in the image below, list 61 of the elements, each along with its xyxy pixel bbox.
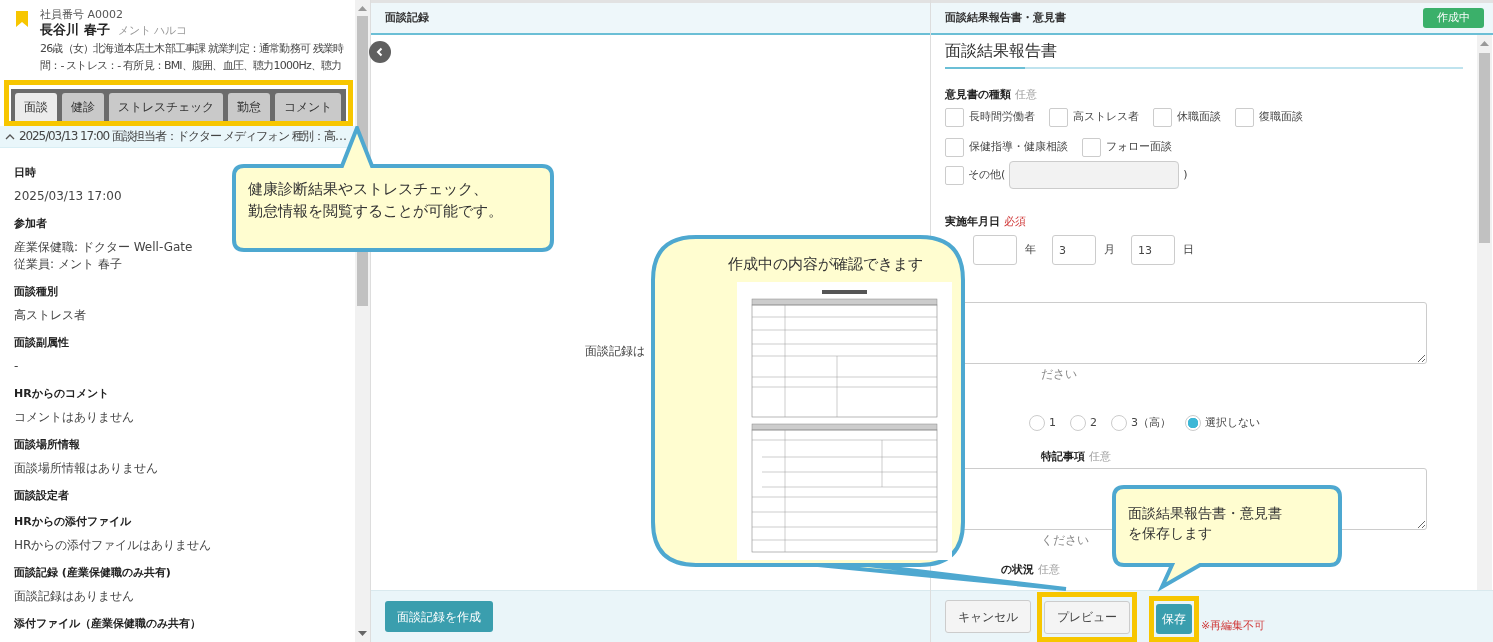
detail-value: 高ストレス者 <box>14 307 86 324</box>
form-title: 面談結果報告書 <box>945 41 1057 62</box>
checkbox-label: 休職面談 <box>1177 110 1221 124</box>
closing-paren: ) <box>1183 168 1188 182</box>
date-unit: 日 <box>1183 243 1194 257</box>
date-unit: 年 <box>1025 243 1036 257</box>
save-note: ※再編集不可 <box>1201 618 1266 633</box>
checkbox-label: 復職面談 <box>1259 110 1303 124</box>
detail-label: 添付ファイル（産業保健職のみ共有） <box>14 617 201 631</box>
panel-title: 面談記録 <box>385 11 429 25</box>
detail-label: 面談記録 (産業保健職のみ共有) <box>14 566 171 580</box>
detail-value: コメントはありません <box>14 409 134 426</box>
detail-label: 面談設定者 <box>14 489 69 503</box>
detail-label: 日時 <box>14 166 36 180</box>
employee-number: 社員番号 A0002 <box>40 8 123 22</box>
field-label: 実施年月日 <box>945 215 1000 229</box>
required-tag: 必須 <box>1004 215 1026 229</box>
detail-label: HRからのコメント <box>14 387 109 401</box>
radio-label: 3（高） <box>1131 416 1171 430</box>
panel-title: 面談結果報告書・意見書 <box>945 11 1066 25</box>
detail-label: 面談場所情報 <box>14 438 80 452</box>
callout-text: 面談結果報告書・意見書 <box>1128 504 1282 523</box>
checkbox-label: 高ストレス者 <box>1073 110 1139 124</box>
detail-value: 産業保健職: ドクター Well-Gate <box>14 239 193 256</box>
field-label: の状況 <box>1001 563 1034 577</box>
field-hint: ください <box>1041 533 1089 547</box>
callout-text: 健康診断結果やストレスチェック、 <box>248 179 488 200</box>
callout-text: 作成中の内容が確認できます <box>728 254 923 274</box>
field-hint: ださい <box>1041 367 1077 381</box>
empty-message: 面談記録は <box>585 344 645 358</box>
field-label: 意見書の種類 <box>945 88 1011 102</box>
detail-label: 面談種別 <box>14 285 58 299</box>
optional-tag: 任意 <box>1038 563 1060 577</box>
checkbox-label: 保健指導・健康相談 <box>969 140 1068 154</box>
checkbox-label: 長時間労働者 <box>969 110 1035 124</box>
optional-tag: 任意 <box>1089 450 1111 464</box>
detail-value: 面談記録はありません <box>14 588 134 605</box>
detail-value: 従業員: メント 春子 <box>14 256 122 273</box>
employee-info: 26歳（女）北海道本店土木部工事課 就業判定：通常勤務可 残業時 <box>40 41 344 57</box>
optional-tag: 任意 <box>1015 88 1037 102</box>
callout-text: 勤怠情報を閲覧することが可能です。 <box>248 201 503 222</box>
radio-label: 2 <box>1090 416 1097 430</box>
detail-value: - <box>14 358 19 375</box>
detail-label: 参加者 <box>14 217 47 231</box>
checkbox-label: フォロー面談 <box>1106 140 1172 154</box>
status-badge: 作成中 <box>1423 8 1484 28</box>
radio-label: 1 <box>1049 416 1056 430</box>
detail-label: 面談副属性 <box>14 336 69 350</box>
detail-value: 2025/03/13 17:00 <box>14 188 122 205</box>
detail-value: HRからの添付ファイルはありません <box>14 537 212 554</box>
detail-value: 面談場所情報はありません <box>14 460 158 477</box>
callout-text: を保存します <box>1128 524 1212 543</box>
employee-kana: メント ハルコ <box>117 24 188 38</box>
employee-info: 間：- ストレス：- 有所見：BMI、腹囲、血圧、聴力1000Hz、聴力 <box>40 58 342 74</box>
checkbox-label: その他( <box>968 168 1006 182</box>
detail-label: HRからの添付ファイル <box>14 515 131 529</box>
date-unit: 月 <box>1104 243 1115 257</box>
radio-label: 選択しない <box>1205 416 1260 430</box>
employee-name: 長谷川 春子 <box>40 22 110 38</box>
field-label: 特記事項 <box>1041 450 1085 464</box>
interview-summary: 2025/03/13 17:00 面談担当者：ドクター メディフォン 種別：高… <box>19 129 346 144</box>
